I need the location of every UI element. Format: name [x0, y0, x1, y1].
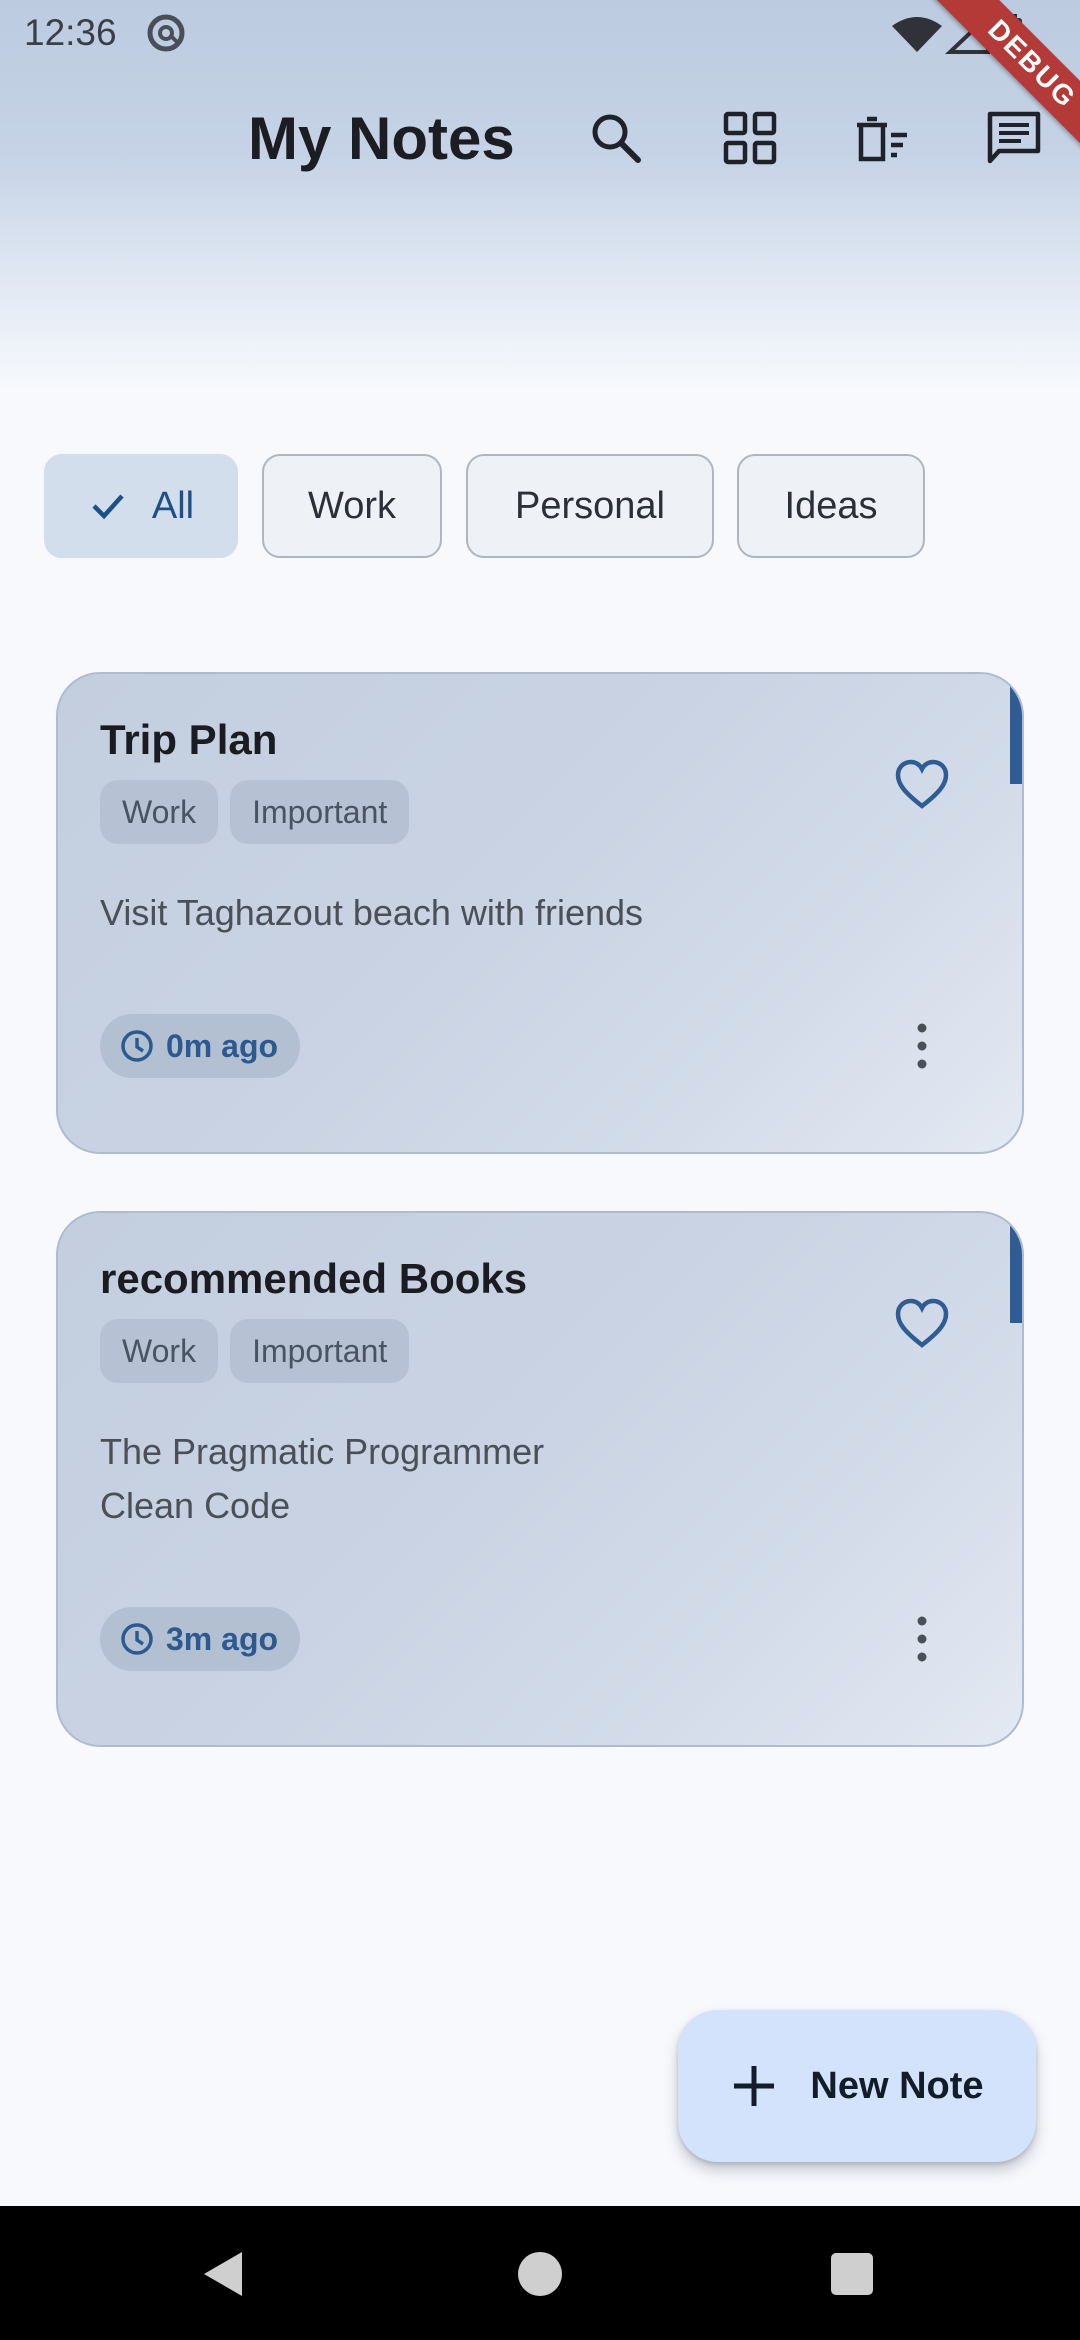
filter-chip-personal[interactable]: Personal: [466, 454, 714, 558]
favorite-heart-icon[interactable]: [894, 1297, 950, 1353]
filter-chip-work[interactable]: Work: [262, 454, 442, 558]
search-button[interactable]: [586, 108, 646, 168]
status-time: 12:36: [24, 12, 117, 53]
check-icon: [92, 494, 124, 520]
plus-icon: [734, 2066, 775, 2106]
timestamp-label: 0m ago: [166, 1027, 279, 1064]
note-title: recommended Books: [100, 1255, 528, 1302]
search-icon: [592, 114, 641, 163]
filter-chip-label: Work: [308, 484, 396, 527]
filter-chip-label: All: [151, 484, 195, 527]
note-title: Trip Plan: [100, 716, 278, 763]
note-timestamp: 0m ago: [100, 1014, 301, 1078]
note-timestamp: 3m ago: [100, 1607, 301, 1671]
delete-sweep-icon: [857, 116, 907, 162]
grid-view-button[interactable]: [720, 108, 780, 168]
card-accent-bar: [1010, 1213, 1022, 1323]
more-options-icon[interactable]: [902, 1609, 942, 1669]
back-icon[interactable]: [196, 2244, 256, 2304]
status-bar: 12:36: [0, 0, 1080, 66]
filter-chip-ideas[interactable]: Ideas: [737, 454, 925, 558]
page-title: My Notes: [248, 105, 515, 172]
filter-chip-label: Ideas: [784, 484, 878, 527]
note-tags: Work Important: [100, 1319, 410, 1383]
tag: Important: [230, 780, 410, 844]
note-card[interactable]: recommended Books Work Important The Pra…: [56, 1211, 1024, 1747]
favorite-heart-icon[interactable]: [894, 758, 950, 814]
grid-view-icon: [723, 111, 777, 165]
tag: Work: [100, 780, 219, 844]
delete-sweep-button[interactable]: [852, 108, 912, 168]
filter-chip-label: Personal: [515, 484, 665, 527]
card-accent-bar: [1010, 674, 1022, 784]
chat-icon: [987, 111, 1041, 164]
note-body: The Pragmatic Programmer Clean Code: [100, 1431, 545, 1526]
clock-icon: [121, 1030, 153, 1062]
new-note-button[interactable]: New Note: [678, 2010, 1036, 2162]
system-nav-bar: [0, 2206, 1080, 2340]
note-card[interactable]: Trip Plan Work Important Visit Taghazout…: [56, 672, 1024, 1154]
app-root: 12:36 DEBUG My Notes All Work Personal I…: [0, 0, 1080, 2340]
filter-chip-all[interactable]: All: [44, 454, 238, 558]
home-icon[interactable]: [510, 2244, 570, 2304]
recents-icon[interactable]: [822, 2244, 882, 2304]
new-note-label: New Note: [810, 2064, 984, 2107]
wifi-icon: [892, 17, 942, 52]
timestamp-label: 3m ago: [166, 1620, 279, 1657]
note-tags: Work Important: [100, 780, 410, 844]
chat-button[interactable]: [984, 108, 1044, 168]
clock-icon: [121, 1623, 153, 1655]
at-sign-icon: [147, 14, 185, 52]
note-body: Visit Taghazout beach with friends: [100, 892, 644, 933]
more-options-icon[interactable]: [902, 1016, 942, 1076]
tag: Important: [230, 1319, 410, 1383]
tag: Work: [100, 1319, 219, 1383]
